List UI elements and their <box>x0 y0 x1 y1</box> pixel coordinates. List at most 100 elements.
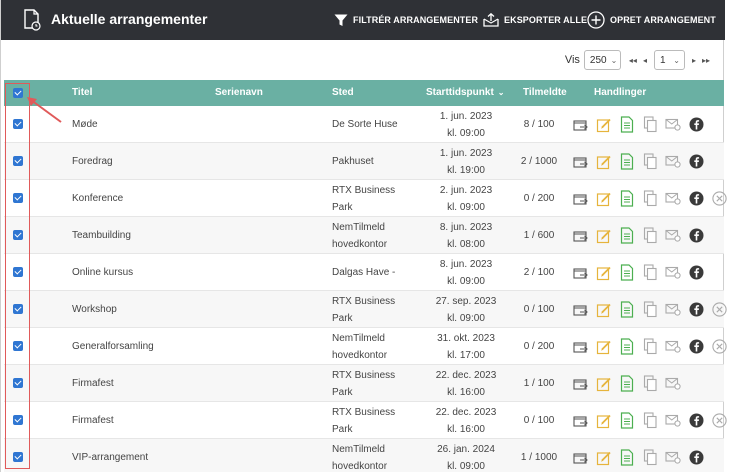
select-all-checkbox[interactable] <box>13 88 23 98</box>
event-place-cell: RTX Business Park <box>332 406 396 435</box>
move-icon[interactable] <box>572 153 590 171</box>
row-checkbox[interactable] <box>13 119 23 129</box>
document-icon[interactable] <box>618 375 636 393</box>
edit-icon[interactable] <box>595 116 613 134</box>
facebook-icon[interactable] <box>687 227 705 245</box>
facebook-icon[interactable] <box>687 449 705 467</box>
move-icon[interactable] <box>572 264 590 282</box>
row-checkbox[interactable] <box>13 304 23 314</box>
copy-icon[interactable] <box>641 153 659 171</box>
row-checkbox[interactable] <box>13 415 23 425</box>
edit-icon[interactable] <box>595 449 613 467</box>
move-icon[interactable] <box>572 449 590 467</box>
row-checkbox[interactable] <box>13 378 23 388</box>
document-icon[interactable] <box>618 338 636 356</box>
move-icon[interactable] <box>572 412 590 430</box>
table-row[interactable]: Møde De Sorte Huse 1. jun. 2023 kl. 09:00 8 … <box>4 106 724 143</box>
copy-icon[interactable] <box>641 264 659 282</box>
table-row[interactable]: Online kursus Dalgas Have - 8. jun. 2023 kl… <box>4 254 724 291</box>
table-row[interactable]: Workshop RTX Business Park 27. sep. 2023 kl.… <box>4 291 727 328</box>
document-icon[interactable] <box>618 227 636 245</box>
edit-icon[interactable] <box>595 301 613 319</box>
cancel-icon[interactable] <box>710 190 728 208</box>
facebook-icon[interactable] <box>687 338 705 356</box>
edit-icon[interactable] <box>595 227 613 245</box>
last-page-button[interactable]: ▸▸ <box>702 56 710 65</box>
document-icon[interactable] <box>618 449 636 467</box>
table-row[interactable]: Firmafest RTX Business Park 22. dec. 2023 kl… <box>4 365 724 402</box>
document-icon[interactable] <box>618 301 636 319</box>
column-title[interactable]: Titel <box>72 80 92 106</box>
next-page-button[interactable]: ▸ <box>692 56 696 65</box>
first-page-button[interactable]: ◂◂ <box>629 56 637 65</box>
mail-icon[interactable] <box>664 153 682 171</box>
page-select[interactable]: 1 ⌄ <box>653 50 685 70</box>
event-title-cell: VIP-arrangement <box>72 452 149 463</box>
row-checkbox[interactable] <box>13 452 23 462</box>
copy-icon[interactable] <box>641 301 659 319</box>
create-event-button[interactable]: OPRET ARRANGEMENT <box>587 0 716 40</box>
facebook-icon[interactable] <box>687 412 705 430</box>
mail-icon[interactable] <box>664 264 682 282</box>
cancel-icon[interactable] <box>710 412 728 430</box>
row-checkbox[interactable] <box>13 267 23 277</box>
copy-icon[interactable] <box>641 116 659 134</box>
table-row[interactable]: VIP-arrangement NemTilmeld hovedkontor 26. … <box>4 439 724 472</box>
document-icon[interactable] <box>618 116 636 134</box>
edit-icon[interactable] <box>595 412 613 430</box>
table-row[interactable]: Generalforsamling NemTilmeld hovedkontor 31… <box>4 328 727 365</box>
facebook-icon[interactable] <box>687 301 705 319</box>
document-icon[interactable] <box>618 153 636 171</box>
document-icon[interactable] <box>618 264 636 282</box>
row-checkbox[interactable] <box>13 193 23 203</box>
edit-icon[interactable] <box>595 338 613 356</box>
facebook-icon[interactable] <box>687 116 705 134</box>
mail-icon[interactable] <box>664 116 682 134</box>
export-all-button[interactable]: EKSPORTER ALLE <box>483 0 587 40</box>
edit-icon[interactable] <box>595 190 613 208</box>
column-start[interactable]: Starttidspunkt ⌄ <box>426 80 504 106</box>
facebook-icon[interactable] <box>687 190 705 208</box>
row-checkbox[interactable] <box>13 341 23 351</box>
copy-icon[interactable] <box>641 375 659 393</box>
mail-icon[interactable] <box>664 338 682 356</box>
filter-events-button[interactable]: FILTRÉR ARRANGEMENTER <box>334 0 478 40</box>
row-checkbox[interactable] <box>13 230 23 240</box>
cancel-icon[interactable] <box>710 338 728 356</box>
row-checkbox[interactable] <box>13 156 23 166</box>
mail-icon[interactable] <box>664 190 682 208</box>
table-row[interactable]: Teambuilding NemTilmeld hovedkontor 8. jun.… <box>4 217 724 254</box>
edit-icon[interactable] <box>595 153 613 171</box>
copy-icon[interactable] <box>641 338 659 356</box>
mail-icon[interactable] <box>664 301 682 319</box>
prev-page-button[interactable]: ◂ <box>643 56 647 65</box>
facebook-icon[interactable] <box>687 153 705 171</box>
column-series[interactable]: Serienavn <box>215 80 263 106</box>
copy-icon[interactable] <box>641 190 659 208</box>
edit-icon[interactable] <box>595 375 613 393</box>
document-icon[interactable] <box>618 190 636 208</box>
table-row[interactable]: Foredrag Pakhuset 1. jun. 2023 kl. 19:00 2 /… <box>4 143 724 180</box>
document-icon[interactable] <box>618 412 636 430</box>
cancel-icon[interactable] <box>710 301 728 319</box>
move-icon[interactable] <box>572 116 590 134</box>
table-row[interactable]: Firmafest RTX Business Park 22. dec. 2023 kl… <box>4 402 727 439</box>
mail-icon[interactable] <box>664 227 682 245</box>
facebook-icon[interactable] <box>687 264 705 282</box>
mail-icon[interactable] <box>664 449 682 467</box>
move-icon[interactable] <box>572 338 590 356</box>
move-icon[interactable] <box>572 375 590 393</box>
copy-icon[interactable] <box>641 227 659 245</box>
mail-icon[interactable] <box>664 412 682 430</box>
page-size-select[interactable]: 250 ⌄ <box>583 50 621 70</box>
column-place[interactable]: Sted <box>332 80 354 106</box>
mail-icon[interactable] <box>664 375 682 393</box>
edit-icon[interactable] <box>595 264 613 282</box>
move-icon[interactable] <box>572 227 590 245</box>
copy-icon[interactable] <box>641 449 659 467</box>
move-icon[interactable] <box>572 301 590 319</box>
copy-icon[interactable] <box>641 412 659 430</box>
table-row[interactable]: Konference RTX Business Park 2. jun. 2023 kl… <box>4 180 727 217</box>
column-registered[interactable]: Tilmeldte <box>523 80 567 106</box>
move-icon[interactable] <box>572 190 590 208</box>
